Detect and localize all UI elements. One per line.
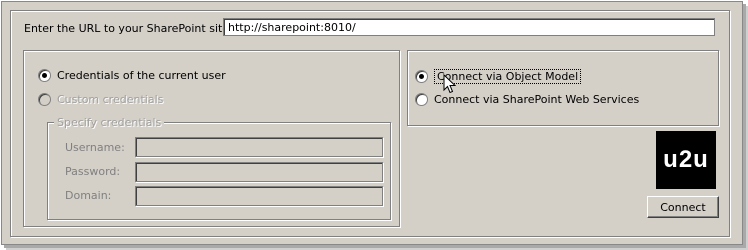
url-input[interactable]: http://sharepoint:8010/ <box>223 18 715 36</box>
radio-icon[interactable] <box>415 70 428 83</box>
radio-icon[interactable] <box>415 93 428 106</box>
radio-custom-credentials-label: Custom credentials <box>57 93 164 106</box>
password-field <box>135 162 383 182</box>
radio-object-model[interactable]: Connect via Object Model <box>415 69 582 84</box>
radio-icon[interactable] <box>38 69 51 82</box>
radio-current-user-label: Credentials of the current user <box>57 69 226 82</box>
radio-web-services[interactable]: Connect via SharePoint Web Services <box>415 93 639 106</box>
radio-current-user[interactable]: Credentials of the current user <box>38 69 226 82</box>
password-label: Password: <box>65 165 121 178</box>
connect-button[interactable]: Connect <box>647 196 719 218</box>
mouse-cursor-icon <box>443 74 457 94</box>
dialog-frame: Enter the URL to your SharePoint site: h… <box>1 1 743 245</box>
specify-credentials-legend: Specify credentials <box>54 116 165 129</box>
radio-web-services-label: Connect via SharePoint Web Services <box>434 93 640 106</box>
username-field <box>135 137 383 157</box>
radio-icon <box>38 93 51 106</box>
u2u-logo: u2u <box>656 131 716 189</box>
username-label: Username: <box>65 141 125 154</box>
radio-custom-credentials: Custom credentials <box>38 93 163 106</box>
url-label: Enter the URL to your SharePoint site: <box>24 22 233 35</box>
domain-label: Domain: <box>65 189 112 202</box>
domain-field <box>135 186 383 206</box>
